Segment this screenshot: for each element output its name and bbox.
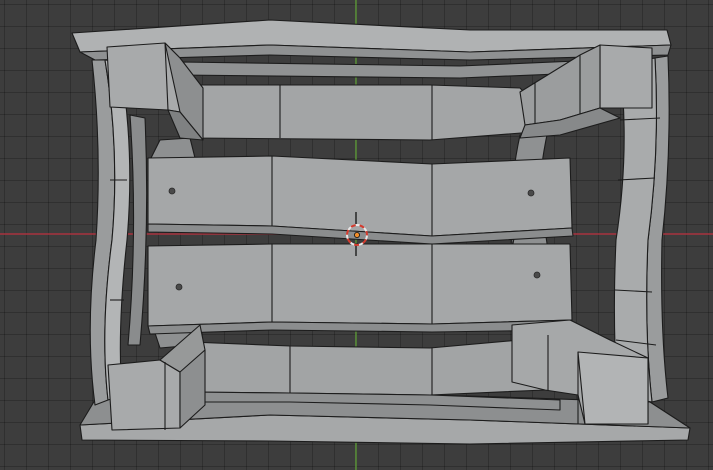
viewport-scene[interactable] (0, 0, 713, 470)
origin-dot-icon (353, 231, 360, 238)
3d-viewport[interactable] (0, 0, 713, 470)
screw-icon (175, 283, 183, 291)
screw-icon (527, 189, 535, 197)
screw-icon (533, 271, 541, 279)
mesh-model[interactable] (71, 19, 691, 445)
screw-icon (168, 187, 176, 195)
